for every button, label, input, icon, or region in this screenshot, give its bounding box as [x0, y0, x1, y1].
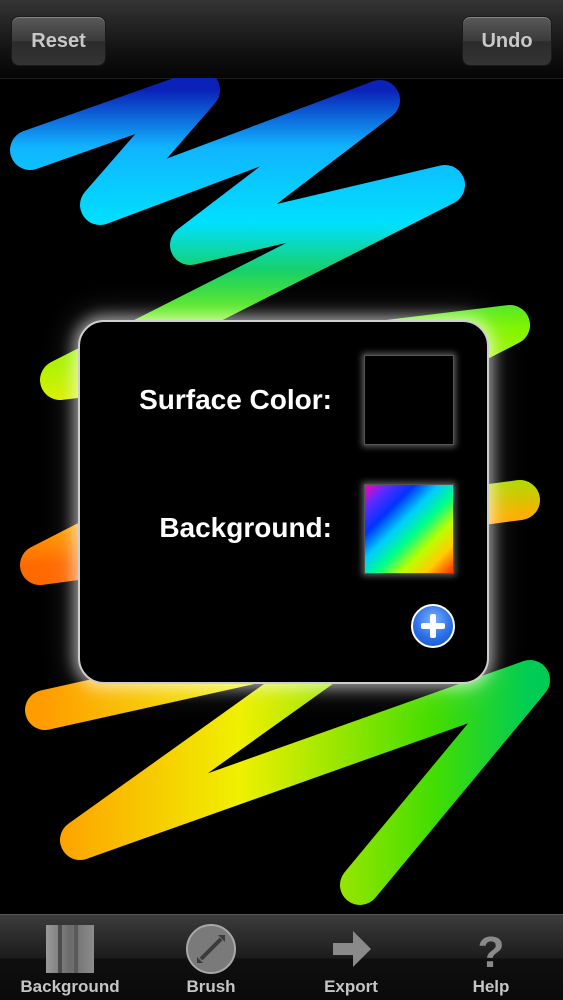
- undo-button[interactable]: Undo: [462, 16, 552, 66]
- background-gradient-swatch[interactable]: [364, 484, 454, 574]
- top-toolbar: Reset Undo: [0, 0, 563, 79]
- tab-export-label: Export: [324, 977, 378, 996]
- reset-button[interactable]: Reset: [11, 16, 106, 66]
- help-icon: ?: [478, 928, 505, 975]
- surface-color-label: Surface Color:: [139, 384, 332, 415]
- background-icon: [46, 925, 94, 973]
- brush-icon: [186, 924, 236, 974]
- background-label: Background:: [159, 512, 332, 543]
- tab-brush-label: Brush: [186, 977, 236, 996]
- add-icon[interactable]: [411, 604, 455, 648]
- surface-color-swatch[interactable]: [364, 355, 454, 445]
- export-icon: [333, 931, 371, 967]
- tab-help-label: Help: [472, 977, 510, 996]
- tab-background[interactable]: Background: [0, 915, 140, 1000]
- svg-text:?: ?: [478, 928, 505, 975]
- tab-background-label: Background: [20, 977, 120, 996]
- bottom-tab-bar: Background Brush Export ? Help: [0, 914, 563, 1000]
- tab-brush[interactable]: Brush: [141, 915, 281, 1000]
- tab-help[interactable]: ? Help: [421, 915, 561, 1000]
- drawing-app: Reset Undo Surface Color: Background: Ba…: [0, 0, 563, 1000]
- tab-export[interactable]: Export: [281, 915, 421, 1000]
- color-settings-dialog: Surface Color: Background:: [78, 320, 489, 684]
